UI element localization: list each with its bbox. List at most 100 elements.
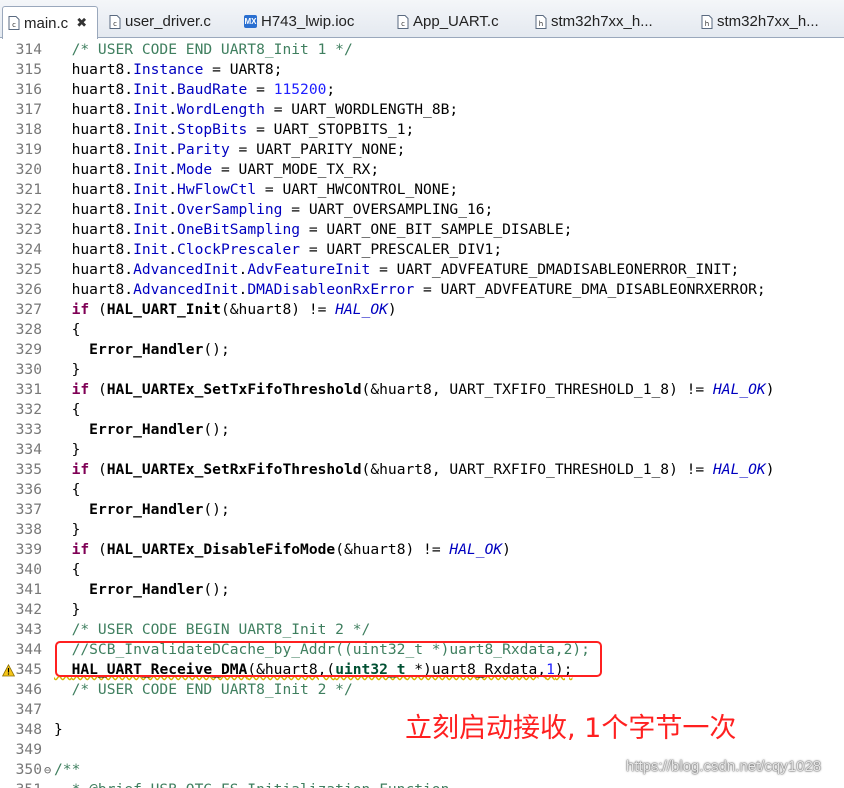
line-number: 330 (15, 361, 42, 378)
code-text: huart8.Init.OneBitSampling = UART_ONE_BI… (54, 221, 573, 238)
code-text: } (54, 721, 63, 738)
code-text: if (HAL_UART_Init(&huart8) != HAL_OK) (71, 301, 397, 318)
code-text: huart8.Init.StopBits = UART_STOPBITS_1; (54, 121, 415, 138)
line-number: 339 (15, 541, 42, 558)
code-line[interactable]: 333 Error_Handler(); (0, 420, 844, 440)
code-line[interactable]: 329 Error_Handler(); (0, 340, 844, 360)
line-number: 320 (15, 161, 42, 178)
code-line[interactable]: 343 /* USER CODE BEGIN UART8_Init 2 */ (0, 620, 844, 640)
code-line[interactable]: 327 if (HAL_UART_Init(&huart8) != HAL_OK… (0, 300, 844, 320)
code-text: huart8.Init.Parity = UART_PARITY_NONE; (54, 141, 406, 158)
line-number: 342 (15, 601, 42, 618)
watermark: https://blog.csdn.net/cqy1028 (626, 758, 822, 775)
code-line[interactable]: 315 huart8.Instance = UART8; (0, 60, 844, 80)
c-file-icon: c (7, 16, 20, 31)
line-number: 321 (15, 181, 42, 198)
code-text: huart8.Init.ClockPrescaler = UART_PRESCA… (54, 241, 503, 258)
code-line[interactable]: 337 Error_Handler(); (0, 500, 844, 520)
code-text: { (54, 401, 81, 418)
svg-text:c: c (113, 20, 117, 28)
code-line[interactable]: 341 Error_Handler(); (0, 580, 844, 600)
line-number: 328 (15, 321, 42, 338)
line-number: 325 (15, 261, 42, 278)
tab-1[interactable]: c user_driver.c (104, 6, 230, 37)
code-line[interactable]: 338 } (0, 520, 844, 540)
line-number: 343 (15, 621, 42, 638)
code-text: if (HAL_UARTEx_SetTxFifoThreshold(&huart… (71, 381, 775, 398)
code-line[interactable]: 324 huart8.Init.ClockPrescaler = UART_PR… (0, 240, 844, 260)
code-line[interactable]: 316 huart8.Init.BaudRate = 115200; (0, 80, 844, 100)
code-line[interactable]: 326 huart8.AdvancedInit.DMADisableonRxEr… (0, 280, 844, 300)
code-line[interactable]: 320 huart8.Init.Mode = UART_MODE_TX_RX; (0, 160, 844, 180)
code-text: huart8.Init.OverSampling = UART_OVERSAMP… (54, 201, 494, 218)
line-number: 337 (15, 501, 42, 518)
code-line[interactable]: 314 /* USER CODE END UART8_Init 1 */ (0, 40, 844, 60)
line-number: 347 (15, 701, 42, 718)
tab-0[interactable]: c main.c ✖ (2, 6, 98, 39)
line-number: 335 (15, 461, 42, 478)
line-number: 333 (15, 421, 42, 438)
cubemx-file-icon: MX (244, 14, 257, 29)
svg-text:c: c (401, 20, 405, 28)
line-number: 348 (15, 721, 42, 738)
code-line[interactable]: 322 huart8.Init.OverSampling = UART_OVER… (0, 200, 844, 220)
line-number: 349 (15, 741, 42, 758)
line-number: 346 (15, 681, 42, 698)
line-number: 329 (15, 341, 42, 358)
code-line[interactable]: 330 } (0, 360, 844, 380)
code-line[interactable]: 319 huart8.Init.Parity = UART_PARITY_NON… (0, 140, 844, 160)
svg-text:h: h (538, 20, 542, 28)
code-text: Error_Handler(); (89, 341, 230, 358)
tab-4[interactable]: h stm32h7xx_h... (530, 6, 690, 37)
code-text: { (54, 561, 81, 578)
tab-label: user_driver.c (125, 13, 211, 30)
code-text: huart8.Init.Mode = UART_MODE_TX_RX; (54, 161, 380, 178)
code-line[interactable]: 335 if (HAL_UARTEx_SetRxFifoThreshold(&h… (0, 460, 844, 480)
line-number: 327 (15, 301, 42, 318)
code-text: Error_Handler(); (89, 581, 230, 598)
line-number: 324 (15, 241, 42, 258)
code-text: { (54, 321, 81, 338)
code-line[interactable]: 323 huart8.Init.OneBitSampling = UART_ON… (0, 220, 844, 240)
fold-toggle-icon[interactable]: ⊖ (44, 760, 51, 780)
tab-2[interactable]: MX H743_lwip.ioc (240, 6, 384, 37)
line-number: 334 (15, 441, 42, 458)
code-text: /* USER CODE BEGIN UART8_Init 2 */ (54, 621, 371, 638)
code-line[interactable]: 317 huart8.Init.WordLength = UART_WORDLE… (0, 100, 844, 120)
line-number: 323 (15, 221, 42, 238)
code-text: huart8.Init.HwFlowCtl = UART_HWCONTROL_N… (54, 181, 459, 198)
tab-5[interactable]: h stm32h7xx_h... (696, 6, 844, 37)
code-line[interactable]: 332 { (0, 400, 844, 420)
tab-3[interactable]: c App_UART.c (392, 6, 520, 37)
code-line[interactable]: 325 huart8.AdvancedInit.AdvFeatureInit =… (0, 260, 844, 280)
code-line[interactable]: 336 { (0, 480, 844, 500)
line-number: 345 (15, 661, 42, 678)
code-text: Error_Handler(); (89, 501, 230, 518)
code-text: /** (54, 761, 81, 778)
code-line[interactable]: 318 huart8.Init.StopBits = UART_STOPBITS… (0, 120, 844, 140)
code-line[interactable]: 351 * @brief USB_OTG_FS Initialization F… (0, 780, 844, 788)
svg-text:h: h (704, 20, 708, 28)
line-number: 317 (15, 101, 42, 118)
code-text: Error_Handler(); (89, 421, 230, 438)
close-tab-icon[interactable]: ✖ (76, 15, 87, 31)
code-line[interactable]: 339 if (HAL_UARTEx_DisableFifoMode(&huar… (0, 540, 844, 560)
line-number: 322 (15, 201, 42, 218)
code-line[interactable]: 340 { (0, 560, 844, 580)
code-text: /* USER CODE END UART8_Init 1 */ (54, 41, 353, 58)
line-number: 340 (15, 561, 42, 578)
h-file-icon: h (700, 14, 713, 29)
code-line[interactable]: 342 } (0, 600, 844, 620)
code-text: if (HAL_UARTEx_DisableFifoMode(&huart8) … (71, 541, 511, 558)
code-text: * @brief USB_OTG_FS Initialization Funct… (54, 780, 450, 788)
line-number: 341 (15, 581, 42, 598)
code-line[interactable]: 321 huart8.Init.HwFlowCtl = UART_HWCONTR… (0, 180, 844, 200)
code-line[interactable]: 334 } (0, 440, 844, 460)
code-line[interactable]: 331 if (HAL_UARTEx_SetTxFifoThreshold(&h… (0, 380, 844, 400)
code-text: huart8.AdvancedInit.DMADisableonRxError … (54, 281, 766, 298)
line-number: 315 (15, 61, 42, 78)
code-line[interactable]: 328 { (0, 320, 844, 340)
code-line[interactable]: 346 /* USER CODE END UART8_Init 2 */ (0, 680, 844, 700)
tab-label: H743_lwip.ioc (261, 13, 355, 30)
line-number: 338 (15, 521, 42, 538)
